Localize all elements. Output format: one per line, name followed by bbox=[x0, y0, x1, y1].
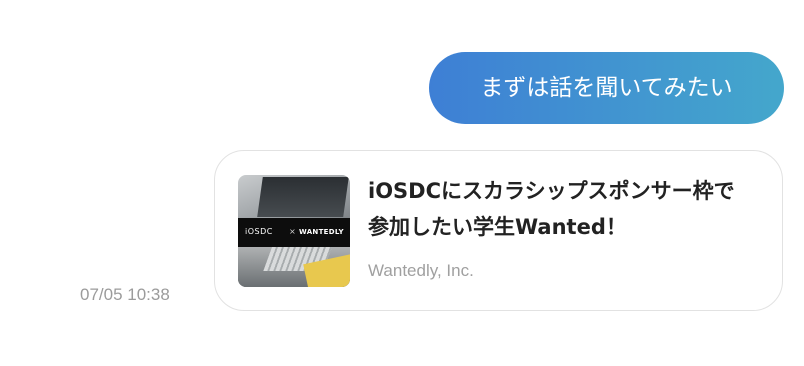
link-card-title[interactable]: iOSDCにスカラシップスポンサー枠で参加したい学生Wanted！ bbox=[368, 173, 753, 245]
link-card-source: Wantedly, Inc. bbox=[368, 261, 474, 280]
sent-message-bubble[interactable]: まずは話を聞いてみたい bbox=[429, 52, 784, 124]
thumbnail-brand-text: WANTEDLY bbox=[299, 228, 344, 236]
thumbnail-laptop-shape bbox=[257, 177, 349, 217]
thumbnail-logo-text: iOSDC bbox=[245, 227, 273, 236]
link-preview-card[interactable]: iOSDC × WANTEDLY iOSDCにスカラシップスポンサー枠で参加した… bbox=[214, 150, 783, 311]
link-thumbnail[interactable]: iOSDC × WANTEDLY bbox=[238, 175, 350, 287]
message-timestamp: 07/05 10:38 bbox=[80, 285, 170, 304]
thumbnail-separator: × bbox=[289, 227, 296, 236]
message-text: まずは話を聞いてみたい bbox=[480, 75, 733, 101]
